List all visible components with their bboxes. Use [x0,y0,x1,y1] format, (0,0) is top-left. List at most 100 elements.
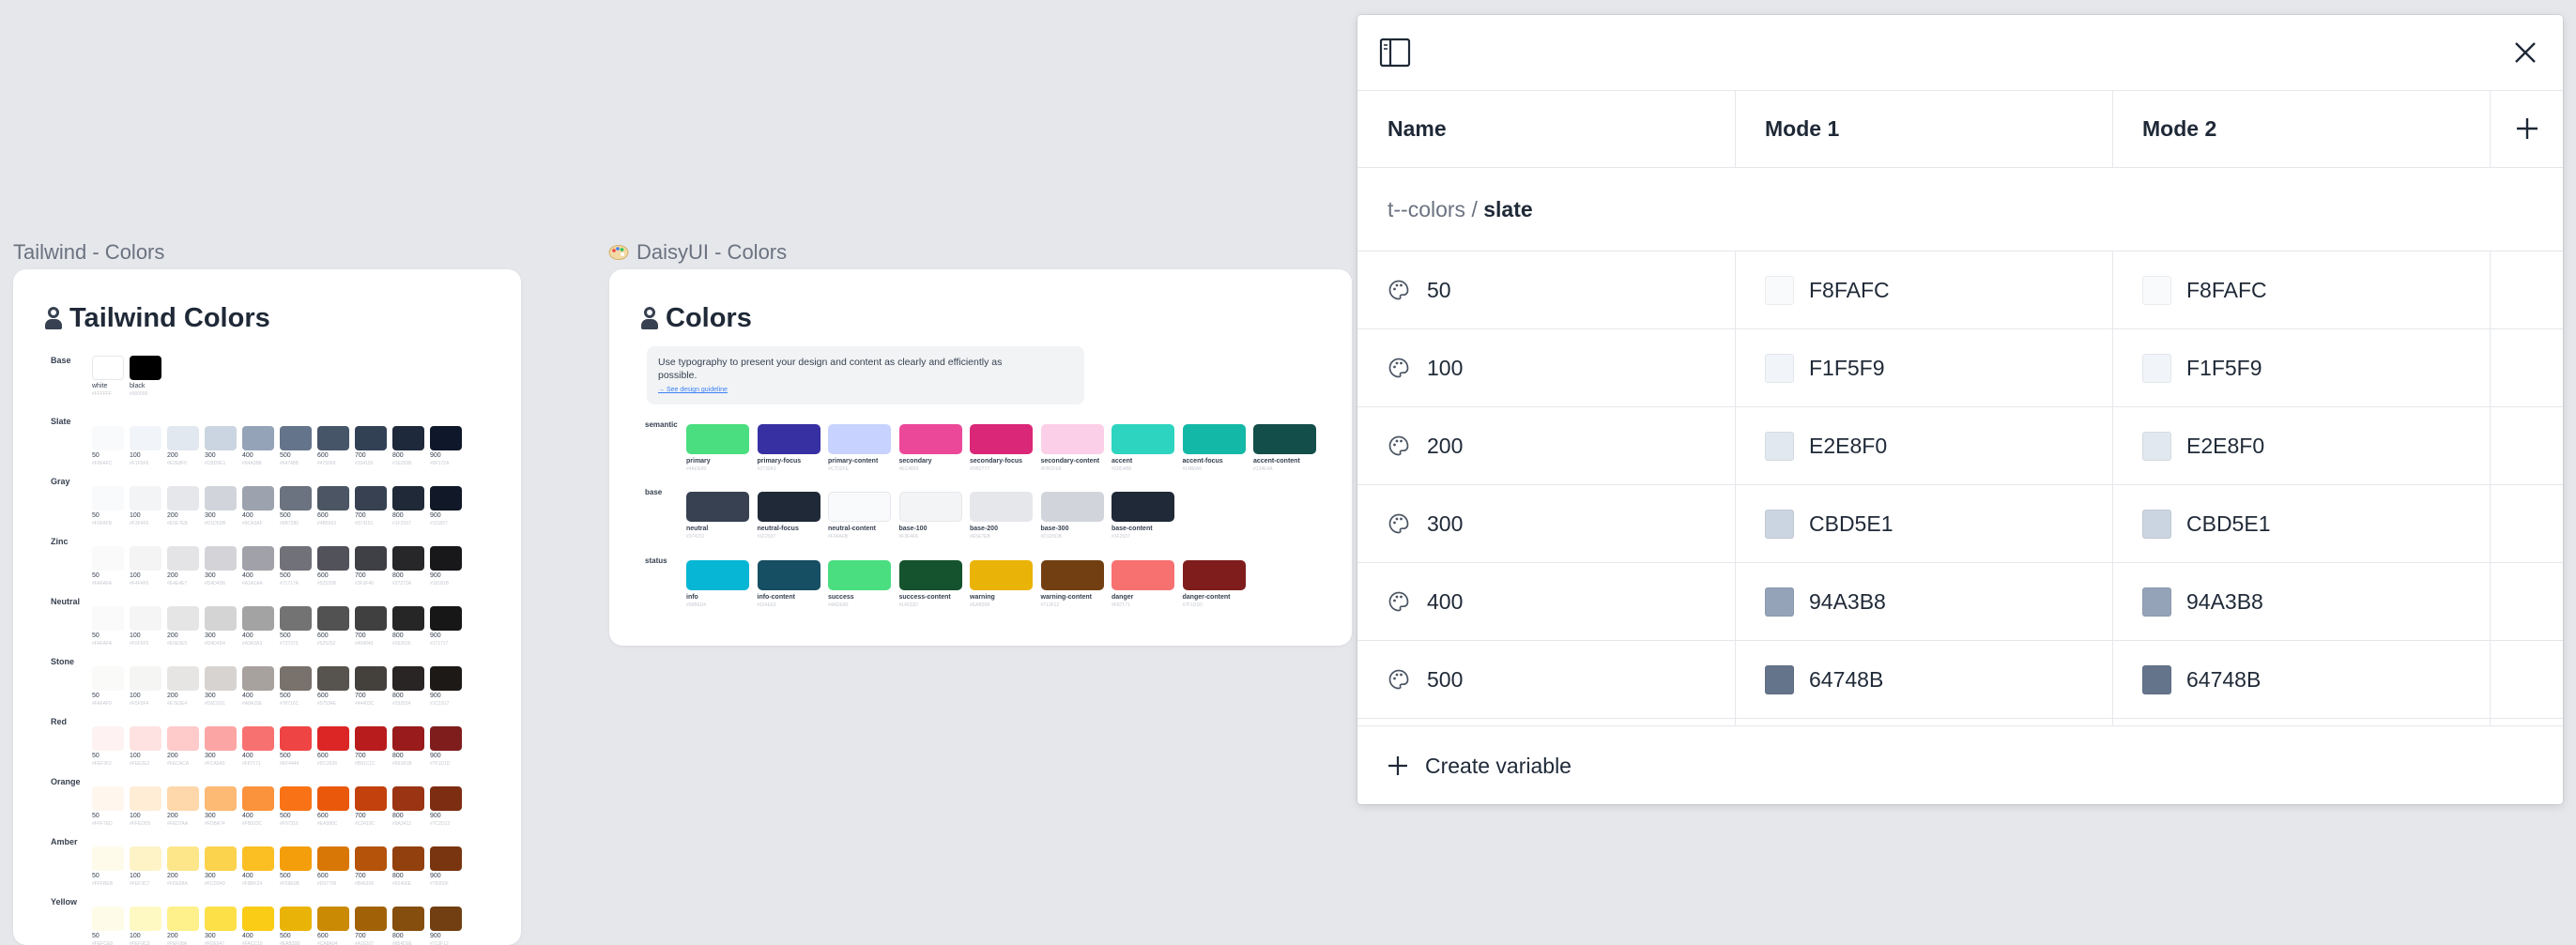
daisy-swatch-warning-content[interactable] [1040,560,1104,590]
color-swatch[interactable] [355,606,387,631]
color-swatch[interactable] [167,606,199,631]
daisy-swatch-primary-content[interactable] [828,424,891,454]
variable-row[interactable]: 400 94A3B8 94A3B8 [1357,563,2563,641]
variable-value-mode2[interactable]: 64748B [2142,641,2261,718]
color-swatch[interactable] [355,546,387,571]
variable-row[interactable]: 50 F8FAFC F8FAFC [1357,251,2563,329]
variable-value-mode1[interactable]: CBD5E1 [1765,485,1893,562]
color-swatch[interactable] [92,606,124,631]
color-swatch[interactable] [130,786,161,811]
color-swatch[interactable] [355,846,387,871]
variable-name-cell[interactable]: 50 [1388,251,1451,328]
color-swatch[interactable] [280,666,312,691]
color-swatch[interactable] [430,726,462,751]
daisy-swatch-secondary[interactable] [898,424,962,454]
color-swatch[interactable] [280,907,312,931]
color-swatch[interactable] [392,606,424,631]
color-swatch[interactable] [392,786,424,811]
color-swatch[interactable] [92,786,124,811]
color-swatch[interactable] [130,907,161,931]
color-swatch[interactable] [355,666,387,691]
column-header-name[interactable]: Name [1388,90,1447,167]
color-swatch[interactable] [130,846,161,871]
color-swatch[interactable] [205,426,237,450]
color-swatch[interactable] [355,726,387,751]
daisy-swatch-info[interactable] [686,560,749,590]
color-swatch[interactable] [430,426,462,450]
variable-name-cell[interactable]: 100 [1388,329,1463,406]
daisy-swatch-danger[interactable] [1112,560,1174,590]
variable-value-mode2[interactable]: F1F5F9 [2142,329,2262,406]
color-swatch[interactable] [167,786,199,811]
color-swatch[interactable] [392,546,424,571]
color-swatch[interactable] [205,846,237,871]
variable-value-mode2[interactable]: E2E8F0 [2142,407,2264,484]
color-swatch[interactable] [355,907,387,931]
daisy-swatch-danger-content[interactable] [1182,560,1246,590]
variable-value-mode2[interactable]: 94A3B8 [2142,563,2263,640]
color-swatch[interactable] [280,846,312,871]
column-header-mode-1[interactable]: Mode 1 [1765,90,1839,167]
color-swatch[interactable] [242,606,274,631]
daisy-swatch-success-content[interactable] [898,560,962,590]
variable-name-cell[interactable]: 500 [1388,641,1463,718]
color-swatch[interactable] [392,426,424,450]
color-swatch[interactable] [242,486,274,511]
variable-value-mode1[interactable]: 94A3B8 [1765,563,1886,640]
color-swatch[interactable] [92,666,124,691]
color-swatch[interactable] [317,546,349,571]
color-swatch[interactable] [242,846,274,871]
color-swatch[interactable] [392,726,424,751]
color-swatch[interactable] [242,546,274,571]
color-swatch[interactable] [280,606,312,631]
color-swatch[interactable] [317,907,349,931]
color-swatch[interactable] [167,546,199,571]
color-swatch[interactable] [167,846,199,871]
daisy-swatch-neutral-focus[interactable] [757,492,820,522]
color-swatch[interactable] [430,786,462,811]
color-swatch[interactable] [130,486,161,511]
color-swatch[interactable] [205,486,237,511]
daisy-swatch-neutral-content[interactable] [828,492,891,522]
color-swatch[interactable] [130,546,161,571]
variable-value-mode2[interactable]: CBD5E1 [2142,485,2270,562]
close-icon[interactable] [2507,34,2544,71]
color-swatch[interactable] [280,726,312,751]
color-swatch[interactable] [92,486,124,511]
daisy-swatch-base-200[interactable] [970,492,1033,522]
color-swatch[interactable] [130,666,161,691]
variable-value-mode1[interactable]: E2E8F0 [1765,407,1887,484]
color-swatch[interactable] [205,786,237,811]
color-swatch[interactable] [430,486,462,511]
color-swatch[interactable] [92,426,124,450]
color-swatch[interactable] [242,726,274,751]
add-mode-button[interactable] [2508,110,2546,147]
color-swatch[interactable] [167,907,199,931]
breadcrumb-path[interactable]: t--colors / [1388,197,1483,221]
variable-row[interactable]: 500 64748B 64748B [1357,641,2563,719]
color-swatch[interactable] [280,486,312,511]
color-swatch[interactable] [92,356,124,380]
color-swatch[interactable] [430,546,462,571]
color-swatch[interactable] [92,846,124,871]
variable-name-cell[interactable]: 200 [1388,407,1463,484]
daisy-swatch-primary[interactable] [686,424,749,454]
variable-value-mode1[interactable]: F1F5F9 [1765,329,1885,406]
color-swatch[interactable] [430,666,462,691]
daisy-swatch-secondary-content[interactable] [1040,424,1104,454]
color-swatch[interactable] [317,426,349,450]
daisy-swatch-neutral[interactable] [686,492,749,522]
tailwind-colors-frame[interactable]: Tailwind Colors Base white #FFFFFF black #00… [13,269,521,945]
color-swatch[interactable] [92,726,124,751]
color-swatch[interactable] [167,666,199,691]
color-swatch[interactable] [317,726,349,751]
color-swatch[interactable] [167,426,199,450]
color-swatch[interactable] [92,546,124,571]
variable-name-cell[interactable]: 400 [1388,563,1463,640]
color-swatch[interactable] [317,486,349,511]
daisy-swatch-primary-focus[interactable] [757,424,820,454]
variable-row[interactable]: 300 CBD5E1 CBD5E1 [1357,485,2563,563]
color-swatch[interactable] [280,546,312,571]
daisy-swatch-success[interactable] [828,560,891,590]
color-swatch[interactable] [355,426,387,450]
